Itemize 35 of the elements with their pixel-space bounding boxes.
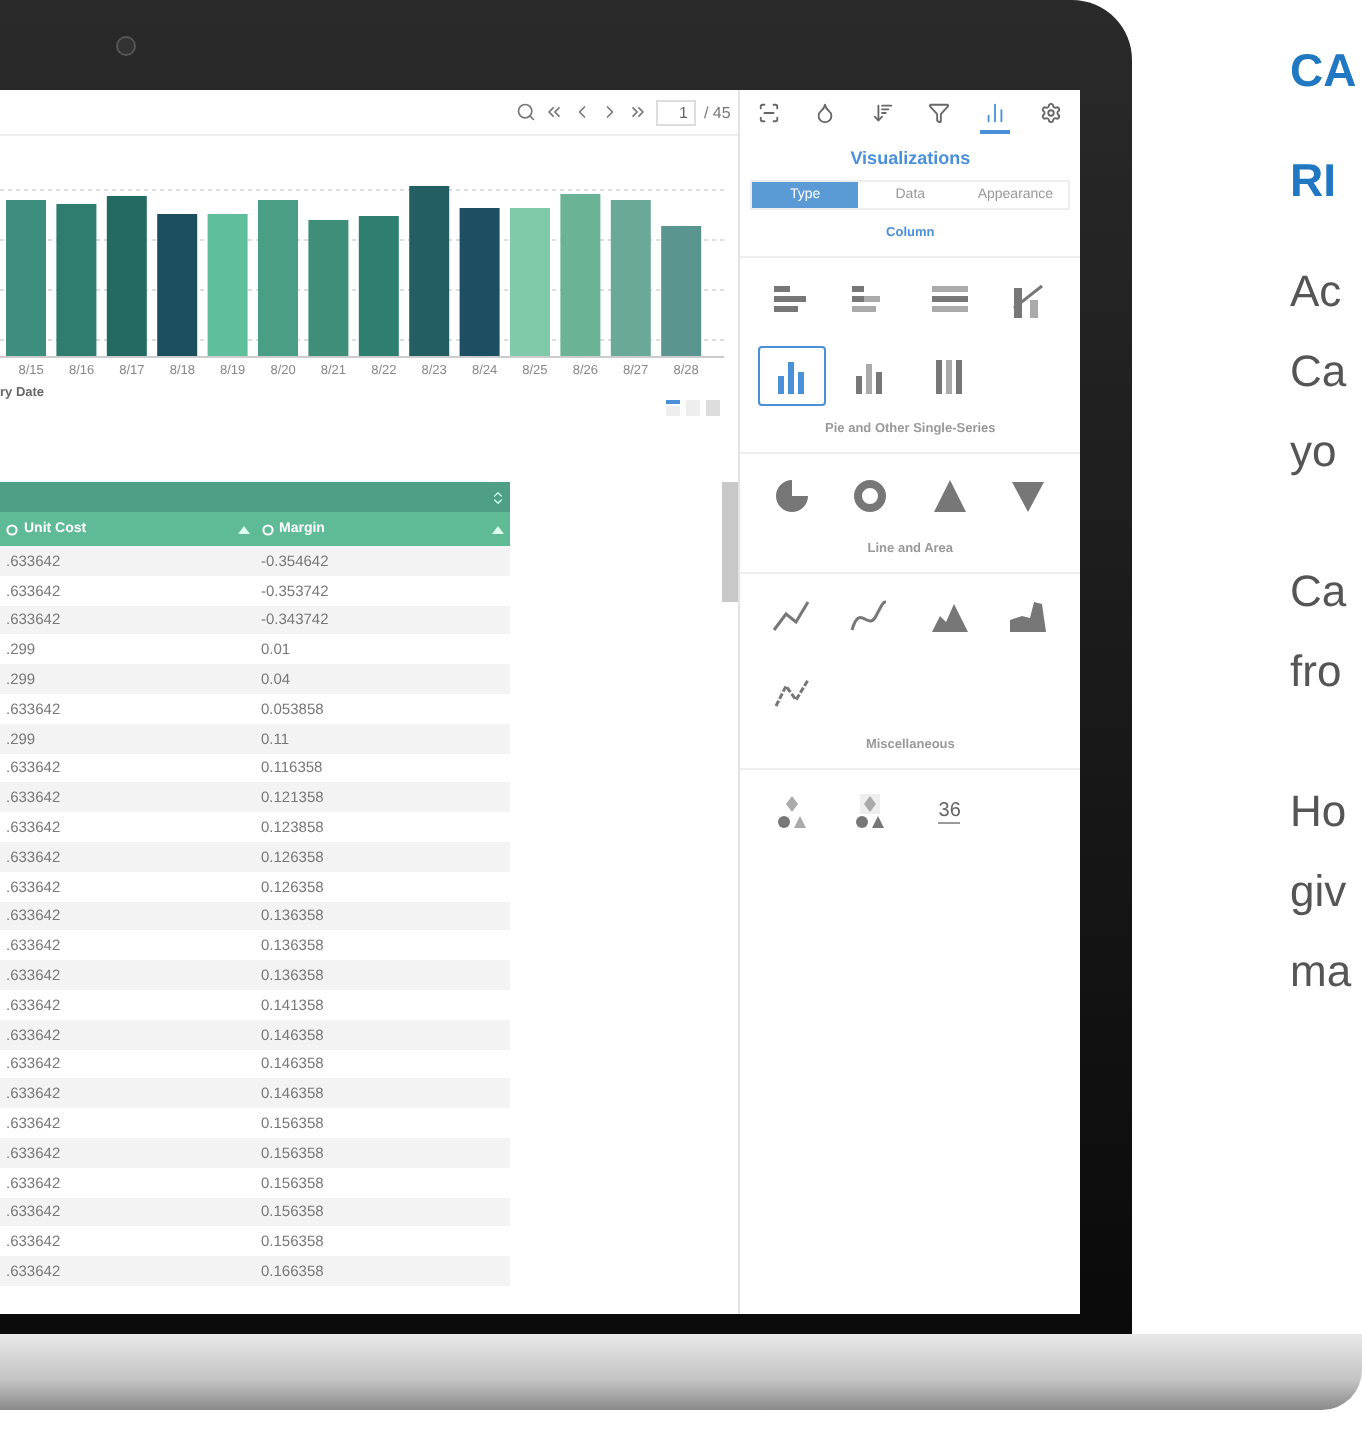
camera-icon [116,35,136,55]
first-page-icon[interactable] [543,102,564,122]
page-total: / 45 [703,103,731,121]
settings-icon [1040,101,1063,123]
search-icon[interactable] [515,102,536,122]
chart-bar [308,220,349,356]
paragraph-text: giv [1290,864,1349,920]
heading-text: RI [1290,152,1338,210]
selection-icon [757,101,780,123]
paragraph-text: fro [1290,644,1344,700]
panel-title: Visualizations [848,148,973,168]
paragraph-text: Ca [1290,564,1349,620]
step-area-chart-icon [1006,596,1051,636]
filter-icon [927,101,950,123]
last-page-icon[interactable] [627,102,648,122]
chart-type-option[interactable] [758,346,827,406]
layout-toggle-icon[interactable] [666,400,723,416]
scrollbar[interactable] [722,482,739,602]
chart-bar [661,226,702,356]
paragraph-text: yo [1290,424,1339,480]
paragraph-text: Ac [1290,264,1344,320]
chart-bar [207,214,248,356]
chart-bar [157,214,198,356]
sort-icon[interactable] [490,489,506,505]
paragraph-text: ma [1290,944,1354,1000]
page-field[interactable]: 1 [655,99,696,125]
chart-type-option[interactable]: 36 [915,782,984,842]
paragraph-text: Ho [1290,784,1349,840]
bar-chart-icon [984,101,1007,123]
heading-text: CA [1290,42,1357,100]
chart-bar [358,216,399,356]
sort-icon [871,101,894,123]
droplet-icon [814,101,837,123]
paragraph-text: Ca [1290,344,1349,400]
line-chart-icon [770,596,815,636]
